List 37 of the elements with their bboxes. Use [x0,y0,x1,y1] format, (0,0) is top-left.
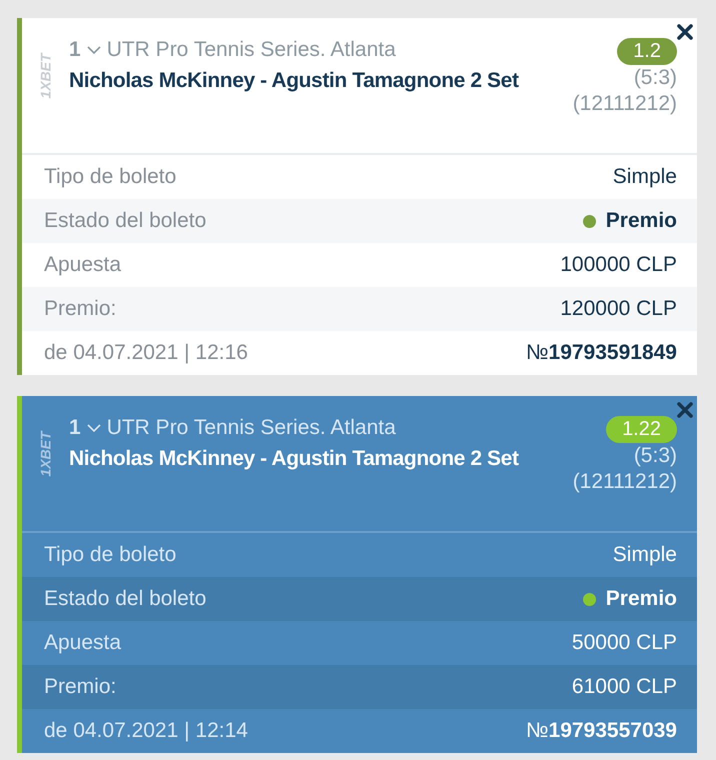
event-count: 1 [69,38,81,62]
event-count: 1 [69,416,81,440]
field-value: 120000 CLP [560,297,677,321]
field-label: Estado del boleto [44,587,206,611]
status-value: Premio [606,209,677,233]
field-value: 50000 CLP [572,631,677,655]
field-label: de 04.07.2021 | 12:16 [44,341,248,365]
status-dot [582,592,596,606]
field-label: Premio: [44,297,116,321]
field-label: Tipo de boleto [44,543,176,567]
league-name: UTR Pro Tennis Series. Atlanta [106,416,396,440]
chevron-icon[interactable] [86,46,101,54]
field-label: Apuesta [44,631,122,655]
league-name: UTR Pro Tennis Series. Atlanta [106,38,396,62]
field-label: Estado del boleto [44,209,206,233]
status-dot [582,214,596,228]
score-text: (5:3) [634,443,677,469]
odds-badge: 1.2 [617,38,677,65]
match-title: Nicholas McKinney - Agustin Tamagnone 2 Set [69,446,519,472]
odds-badge: 1.22 [606,416,677,443]
score-text: (5:3) [634,65,677,91]
brand-logo: 1XBET [38,431,54,477]
points-text: (12111212) [572,91,677,117]
status-value: Premio [606,587,677,611]
points-text: (12111212) [572,469,677,495]
field-value: Simple [612,543,677,567]
field-value: 61000 CLP [572,675,677,699]
field-label: Premio: [44,675,116,699]
close-icon[interactable] [677,24,693,40]
field-label: Apuesta [44,253,122,277]
field-label: de 04.07.2021 | 12:14 [44,719,248,743]
ticket-number: №19793557039 [526,719,677,743]
field-label: Tipo de boleto [44,165,176,189]
field-value: Simple [612,165,677,189]
ticket-number: №19793591849 [526,341,677,365]
field-value: 100000 CLP [560,253,677,277]
match-title: Nicholas McKinney - Agustin Tamagnone 2 Set [69,68,519,94]
